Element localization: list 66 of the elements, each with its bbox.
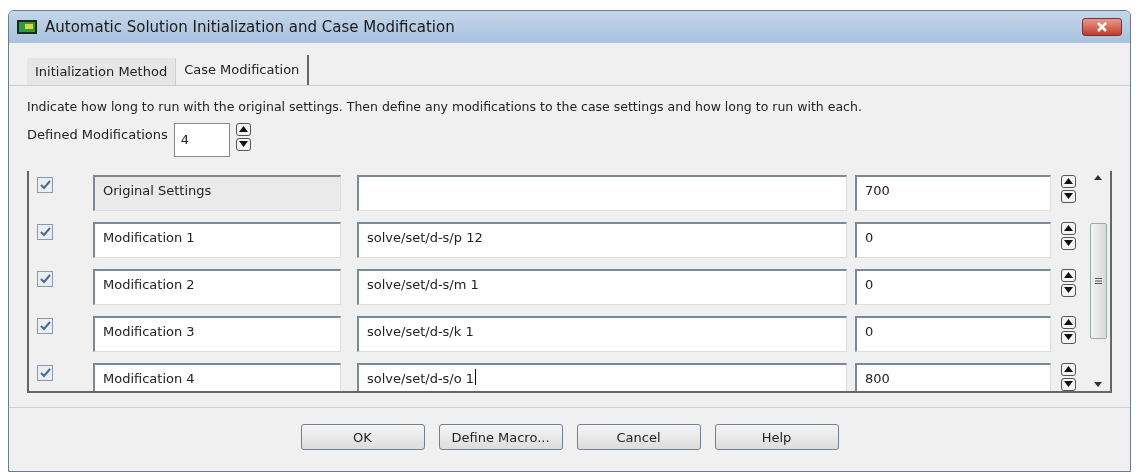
spin-down-button[interactable]	[1061, 377, 1076, 391]
dialog-button[interactable]: Define Macro...	[438, 424, 563, 451]
checkbox[interactable]	[37, 176, 53, 193]
down-triangle-icon	[1064, 334, 1073, 341]
spin-down-button[interactable]	[1061, 236, 1076, 250]
check-icon	[39, 367, 51, 378]
spin-down-button[interactable]	[1061, 189, 1076, 203]
dialog-button[interactable]: Help	[714, 424, 839, 451]
check-icon	[39, 320, 51, 331]
scroll-up-icon	[1094, 174, 1102, 180]
spin-up-button[interactable]	[1061, 362, 1076, 376]
app-icon	[17, 20, 37, 34]
scrollbar-thumb[interactable]	[1089, 222, 1107, 339]
up-triangle-icon	[1064, 225, 1073, 232]
spin-down-button[interactable]	[1061, 330, 1076, 344]
up-triangle-icon	[1064, 366, 1073, 373]
command-field[interactable]: solve/set/d-s/p 12	[357, 221, 847, 258]
iterations-field[interactable]: 700	[855, 174, 1051, 211]
check-icon	[39, 273, 51, 284]
down-triangle-icon	[1064, 287, 1073, 294]
down-triangle-icon	[1064, 193, 1073, 200]
checkbox[interactable]	[37, 317, 53, 334]
down-triangle-icon	[1064, 240, 1073, 247]
name-field[interactable]: Modification 3	[93, 315, 341, 352]
close-button[interactable]	[1082, 18, 1122, 36]
name-field[interactable]: Modification 1	[93, 221, 341, 258]
down-triangle-icon	[238, 141, 248, 148]
iterations-field[interactable]: 800	[855, 362, 1051, 391]
window-title: Automatic Solution Initialization and Case Modification	[45, 16, 456, 38]
spin-up-button[interactable]	[1061, 221, 1076, 235]
iterations-field[interactable]: 0	[855, 221, 1051, 258]
name-field[interactable]: Modification 2	[93, 268, 341, 305]
scroll-down-icon	[1094, 381, 1102, 387]
command-field[interactable]: solve/set/d-s/k 1	[357, 315, 847, 352]
dialog-button[interactable]: OK	[300, 424, 425, 451]
spin-down-button[interactable]	[235, 137, 251, 151]
iterations-field[interactable]: 0	[855, 315, 1051, 352]
checkbox[interactable]	[37, 270, 53, 287]
check-icon	[39, 179, 51, 190]
text-cursor	[475, 368, 477, 385]
spin-up-button[interactable]	[235, 122, 251, 136]
grip-icon	[1094, 277, 1102, 284]
up-triangle-icon	[1064, 272, 1073, 279]
command-field[interactable]	[357, 174, 847, 211]
instruction-text: Indicate how long to run with the original settings. Then define any modifications to the case settings and how long to run with each.	[27, 98, 863, 116]
field-label: Defined Modifications	[27, 125, 168, 144]
spin-up-button[interactable]	[1061, 315, 1076, 329]
name-field[interactable]: Original Settings	[93, 174, 341, 211]
up-triangle-icon	[1064, 319, 1073, 326]
spin-up-button[interactable]	[1061, 174, 1076, 188]
spin-up-button[interactable]	[1061, 268, 1076, 282]
command-field[interactable]: solve/set/d-s/m 1	[357, 268, 847, 305]
count-field[interactable]: 4	[173, 122, 230, 157]
iterations-field[interactable]: 0	[855, 268, 1051, 305]
tab[interactable]: Initialization Method	[27, 58, 177, 85]
checkbox[interactable]	[37, 364, 53, 381]
name-field[interactable]: Modification 4	[93, 362, 341, 391]
command-field[interactable]: solve/set/d-s/o 1	[357, 362, 847, 391]
checkbox[interactable]	[37, 223, 53, 240]
up-triangle-icon	[1064, 178, 1073, 185]
check-icon	[39, 226, 51, 237]
spin-down-button[interactable]	[1061, 283, 1076, 297]
close-icon	[1097, 22, 1107, 32]
dialog-button[interactable]: Cancel	[576, 424, 701, 451]
down-triangle-icon	[1064, 381, 1073, 388]
up-triangle-icon	[238, 126, 248, 133]
